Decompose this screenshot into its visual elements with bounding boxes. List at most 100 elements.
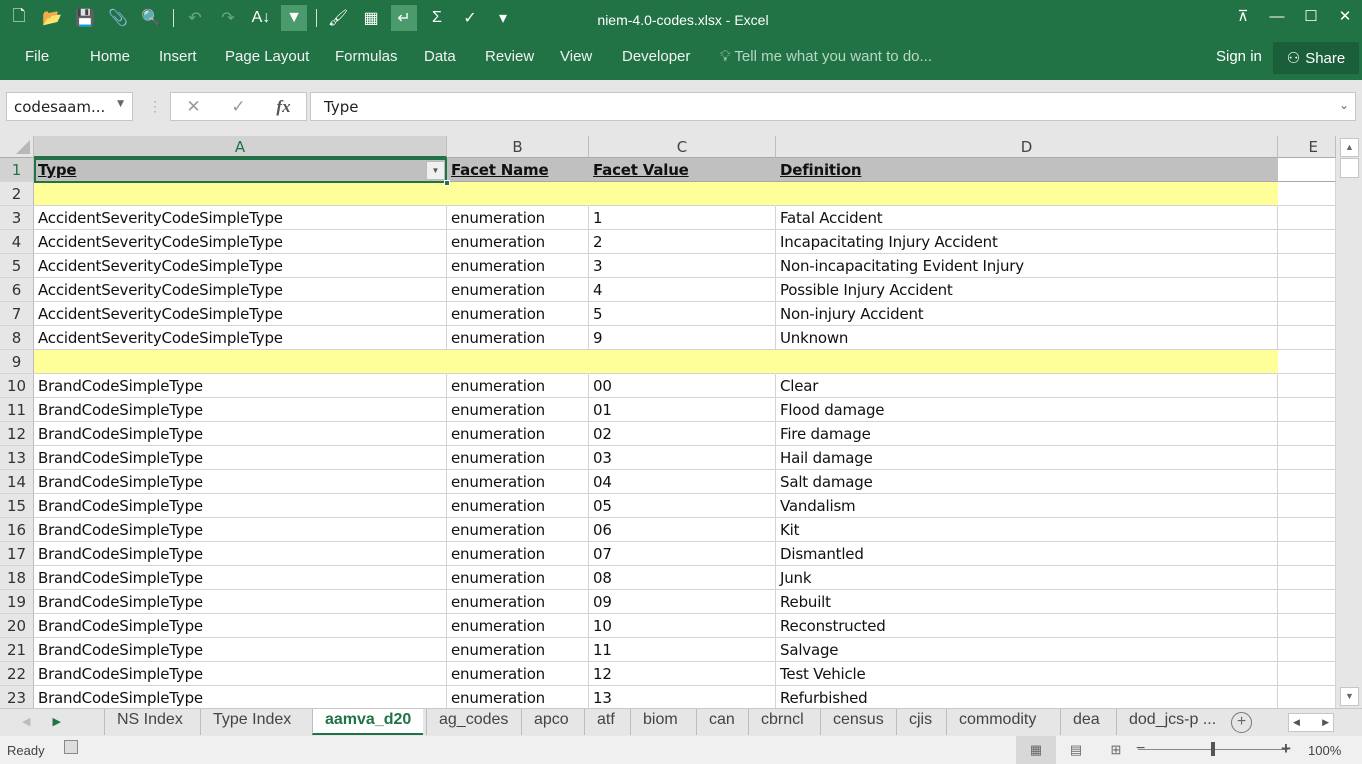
cell[interactable] (447, 350, 589, 374)
share-button[interactable]: ⚇ Share (1273, 42, 1359, 74)
cell[interactable]: Flood damage (776, 398, 1278, 422)
resize-handle-icon[interactable]: ⋮ (148, 98, 162, 115)
cell[interactable]: 2 (589, 230, 776, 254)
cell[interactable] (1278, 230, 1336, 254)
sheet-tab[interactable]: Type Index (200, 709, 303, 735)
cell[interactable]: enumeration (447, 206, 589, 230)
column-header-b[interactable]: B (447, 136, 589, 158)
cell[interactable] (1278, 566, 1336, 590)
column-title-cell[interactable]: Type (34, 158, 447, 182)
cell[interactable] (1278, 686, 1336, 708)
cell[interactable]: enumeration (447, 662, 589, 686)
cell[interactable] (1278, 350, 1336, 374)
cell[interactable]: 3 (589, 254, 776, 278)
cell[interactable] (1278, 158, 1336, 182)
page-break-preview-icon[interactable]: ⊞ (1096, 736, 1136, 764)
cell[interactable]: Non-injury Accident (776, 302, 1278, 326)
cell[interactable]: BrandCodeSimpleType (34, 470, 447, 494)
row-header[interactable]: 22 (0, 662, 34, 686)
cell[interactable] (1278, 278, 1336, 302)
row-header[interactable]: 19 (0, 590, 34, 614)
cell[interactable]: Rebuilt (776, 590, 1278, 614)
cell[interactable] (1278, 206, 1336, 230)
scroll-right-icon[interactable]: ▶ (1322, 717, 1329, 728)
scroll-down-icon[interactable]: ▼ (1340, 687, 1359, 706)
chevron-down-icon[interactable]: ▼ (117, 99, 124, 109)
cell[interactable] (1278, 590, 1336, 614)
row-header[interactable]: 8 (0, 326, 34, 350)
name-box[interactable]: codesaam... ▼ (6, 92, 133, 121)
row-header[interactable]: 4 (0, 230, 34, 254)
cell[interactable] (1278, 614, 1336, 638)
sheet-tab[interactable]: commodity (946, 709, 1048, 735)
cell[interactable]: enumeration (447, 566, 589, 590)
cell[interactable]: AccidentSeverityCodeSimpleType (34, 254, 447, 278)
row-header[interactable]: 23 (0, 686, 34, 708)
sheet-tab[interactable]: atf (584, 709, 627, 735)
column-header-d[interactable]: D (776, 136, 1278, 158)
row-header[interactable]: 13 (0, 446, 34, 470)
cell[interactable]: enumeration (447, 230, 589, 254)
sheet-tab[interactable]: biom (630, 709, 690, 735)
cell[interactable]: BrandCodeSimpleType (34, 686, 447, 708)
cell[interactable] (776, 182, 1278, 206)
cell[interactable]: Non-incapacitating Evident Injury (776, 254, 1278, 278)
select-all-button[interactable] (0, 136, 34, 158)
cell[interactable]: BrandCodeSimpleType (34, 494, 447, 518)
column-title-cell[interactable]: Definition (776, 158, 1278, 182)
cell[interactable] (1278, 374, 1336, 398)
cell[interactable]: Refurbished (776, 686, 1278, 708)
close-icon[interactable]: ✕ (1328, 0, 1362, 32)
sheet-tab[interactable]: apco (521, 709, 581, 735)
formula-input[interactable]: Type ⌄ (310, 92, 1356, 121)
cell[interactable]: Kit (776, 518, 1278, 542)
row-header[interactable]: 16 (0, 518, 34, 542)
cell[interactable]: 04 (589, 470, 776, 494)
next-sheet-icon[interactable]: ▶ (52, 716, 60, 728)
cell[interactable]: enumeration (447, 326, 589, 350)
sheet-tab[interactable]: cbrncl (748, 709, 816, 735)
cell[interactable] (1278, 446, 1336, 470)
cell[interactable]: enumeration (447, 398, 589, 422)
cell[interactable] (1278, 398, 1336, 422)
row-header[interactable]: 12 (0, 422, 34, 446)
cell[interactable] (1278, 494, 1336, 518)
row-header[interactable]: 18 (0, 566, 34, 590)
cell[interactable]: enumeration (447, 446, 589, 470)
cell[interactable]: enumeration (447, 278, 589, 302)
tab-home[interactable]: Home (90, 48, 130, 65)
cell[interactable]: enumeration (447, 470, 589, 494)
row-header[interactable]: 5 (0, 254, 34, 278)
cell[interactable]: Hail damage (776, 446, 1278, 470)
filter-dropdown-icon[interactable]: ▼ (426, 161, 445, 180)
tab-developer[interactable]: Developer (622, 48, 690, 65)
row-header[interactable]: 6 (0, 278, 34, 302)
cell[interactable]: Vandalism (776, 494, 1278, 518)
cell[interactable]: enumeration (447, 590, 589, 614)
cell[interactable]: 07 (589, 542, 776, 566)
cell[interactable] (1278, 518, 1336, 542)
sheet-tab[interactable]: aamva_d20 (312, 709, 424, 735)
cell[interactable]: 11 (589, 638, 776, 662)
tab-data[interactable]: Data (424, 48, 456, 65)
cell[interactable] (1278, 662, 1336, 686)
cell[interactable]: Test Vehicle (776, 662, 1278, 686)
cell[interactable]: Salvage (776, 638, 1278, 662)
tab-insert[interactable]: Insert (159, 48, 197, 65)
tell-me-search[interactable]: 💡︎ Tell me what you want to do... (720, 48, 932, 65)
row-header[interactable]: 10 (0, 374, 34, 398)
cancel-icon[interactable]: ✕ (186, 97, 200, 117)
sheet-tab[interactable]: ag_codes (426, 709, 520, 735)
cell[interactable] (1278, 542, 1336, 566)
sign-in-link[interactable]: Sign in (1216, 48, 1262, 65)
column-header-e[interactable]: E (1278, 136, 1336, 158)
cell[interactable]: Salt damage (776, 470, 1278, 494)
cell[interactable]: enumeration (447, 374, 589, 398)
cell[interactable]: 08 (589, 566, 776, 590)
cell[interactable]: BrandCodeSimpleType (34, 662, 447, 686)
row-header[interactable]: 14 (0, 470, 34, 494)
cell[interactable] (1278, 422, 1336, 446)
page-layout-view-icon[interactable]: ▤ (1056, 736, 1096, 764)
row-header[interactable]: 3 (0, 206, 34, 230)
sheet-tab[interactable]: dod_jcs-p ... (1116, 709, 1228, 735)
